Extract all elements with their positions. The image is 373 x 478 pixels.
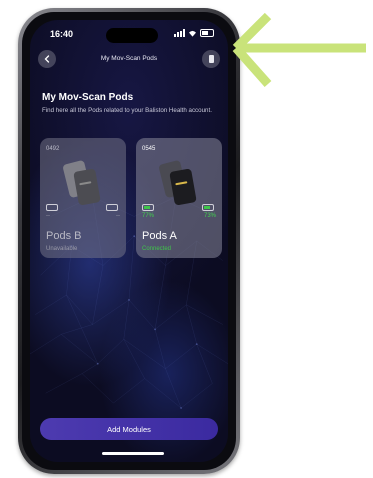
pod-device-image xyxy=(62,159,102,206)
status-time: 16:40 xyxy=(50,29,74,39)
pod-front-unit xyxy=(169,168,197,206)
battery-left-icon xyxy=(142,204,154,211)
wifi-icon xyxy=(189,30,196,37)
page-description: Find here all the Pods related to your B… xyxy=(42,107,212,114)
pointer-arrow-icon xyxy=(232,12,366,87)
battery-right-icon xyxy=(106,204,118,211)
nav-title: My Mov-Scan Pods xyxy=(100,55,158,62)
cellular-signal-icon xyxy=(174,29,185,37)
pod-status: Unavailable xyxy=(46,246,78,252)
home-indicator xyxy=(102,452,164,455)
phone-bezel: 16:40 My Mov-Scan Pods My Mov-Scan Pods … xyxy=(22,12,236,470)
add-modules-button[interactable]: Add Modules xyxy=(40,418,218,440)
battery-right-value: 73% xyxy=(203,213,216,219)
pods-device-button[interactable] xyxy=(202,50,220,68)
dynamic-island xyxy=(106,28,158,43)
pod-front-unit xyxy=(73,168,101,206)
pod-device-image xyxy=(158,159,198,206)
stage: 16:40 My Mov-Scan Pods My Mov-Scan Pods … xyxy=(0,0,373,478)
page-heading: My Mov-Scan Pods xyxy=(42,92,134,103)
pod-card-b[interactable]: 0492 -- -- Pods B Unavailable xyxy=(40,138,126,258)
battery-right-value: -- xyxy=(116,213,120,219)
app-screen: 16:40 My Mov-Scan Pods My Mov-Scan Pods … xyxy=(30,20,228,462)
nav-bar: My Mov-Scan Pods xyxy=(30,50,228,70)
status-icons xyxy=(174,29,214,37)
battery-icon xyxy=(200,29,214,37)
pod-device-icon xyxy=(208,55,214,63)
battery-left-icon xyxy=(46,204,58,211)
pod-name: Pods B xyxy=(46,230,82,242)
phone-frame: 16:40 My Mov-Scan Pods My Mov-Scan Pods … xyxy=(18,8,240,474)
battery-left-value: -- xyxy=(46,213,50,219)
pod-name: Pods A xyxy=(142,230,177,242)
battery-left-value: 77% xyxy=(142,213,155,219)
pod-card-a[interactable]: 0545 77% 73% Pods A Connected xyxy=(136,138,222,258)
pod-status: Connected xyxy=(142,246,172,252)
pod-id: 0545 xyxy=(142,146,156,152)
battery-right-icon xyxy=(202,204,214,211)
pod-id: 0492 xyxy=(46,146,60,152)
